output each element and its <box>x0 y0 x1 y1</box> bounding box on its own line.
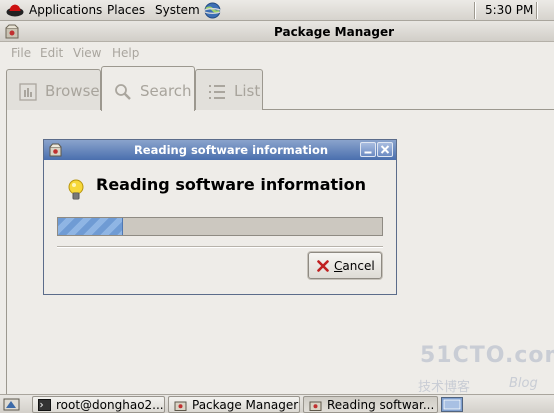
taskbar-item-package-manager[interactable]: Package Manager <box>168 396 300 413</box>
dialog-title: Reading software information <box>133 143 329 157</box>
applications-menu[interactable]: Applications <box>29 3 102 17</box>
package-icon <box>174 401 187 411</box>
progress-bar <box>57 217 383 236</box>
file-menu[interactable]: File <box>11 46 31 60</box>
workspace-switcher-icon[interactable] <box>441 397 463 412</box>
clock[interactable]: 5:30 PM <box>485 3 533 17</box>
browse-icon <box>19 83 37 101</box>
dialog-titlebar[interactable]: Reading software information <box>44 140 396 160</box>
close-icon <box>380 145 390 154</box>
tab-search[interactable]: Search <box>101 66 195 111</box>
watermark-logo: 51CTO.com <box>420 343 554 368</box>
taskbar-item-terminal[interactable]: root@donghao2... <box>32 396 165 413</box>
places-menu[interactable]: Places <box>107 3 145 17</box>
top-panel: Applications Places System 5:30 PM <box>0 0 554 21</box>
bottom-panel: root@donghao2... Package Manager Reading… <box>0 394 554 413</box>
web-browser-icon[interactable] <box>204 2 221 19</box>
lightbulb-icon <box>68 179 84 200</box>
taskbar-label: Package Manager <box>192 398 299 412</box>
main-window-titlebar[interactable]: Package Manager <box>0 21 554 42</box>
view-menu[interactable]: View <box>73 46 101 60</box>
panel-separator <box>474 2 476 19</box>
help-menu[interactable]: Help <box>112 46 139 60</box>
window-title: Package Manager <box>274 25 394 39</box>
taskbar-item-reading-software[interactable]: Reading softwar... <box>303 396 438 413</box>
tab-label: List <box>234 82 261 100</box>
terminal-icon <box>38 399 51 411</box>
redhat-icon[interactable] <box>6 3 24 17</box>
minimize-icon <box>364 151 372 154</box>
minimize-button[interactable] <box>360 142 376 157</box>
show-desktop-icon[interactable] <box>3 397 20 412</box>
panel-separator <box>536 2 538 19</box>
package-icon <box>309 401 322 411</box>
tab-label: Search <box>140 82 192 100</box>
system-menu[interactable]: System <box>155 3 200 17</box>
close-button[interactable] <box>377 142 393 157</box>
menubar: File Edit View Help <box>0 42 554 64</box>
tab-label: Browse <box>45 82 100 100</box>
watermark-blog: Blog <box>509 376 538 391</box>
cancel-label-rest: ancel <box>342 259 375 273</box>
dialog-heading: Reading software information <box>96 175 367 194</box>
search-icon <box>115 84 131 100</box>
tab-list[interactable]: List <box>195 69 263 110</box>
cancel-label: Cancel <box>334 259 375 273</box>
progress-bar-fill <box>58 218 123 235</box>
watermark-subtitle: 技术博客 <box>418 380 471 395</box>
cancel-icon <box>317 260 329 272</box>
taskbar-label: Reading softwar... <box>327 398 435 412</box>
tab-browse[interactable]: Browse <box>6 69 101 110</box>
taskbar-label: root@donghao2... <box>56 398 164 412</box>
cancel-button[interactable]: Cancel <box>308 252 382 279</box>
edit-menu[interactable]: Edit <box>40 46 63 60</box>
dialog-separator <box>57 246 383 248</box>
progress-dialog: Reading software information Reading sof… <box>43 139 397 295</box>
list-icon <box>209 85 225 99</box>
